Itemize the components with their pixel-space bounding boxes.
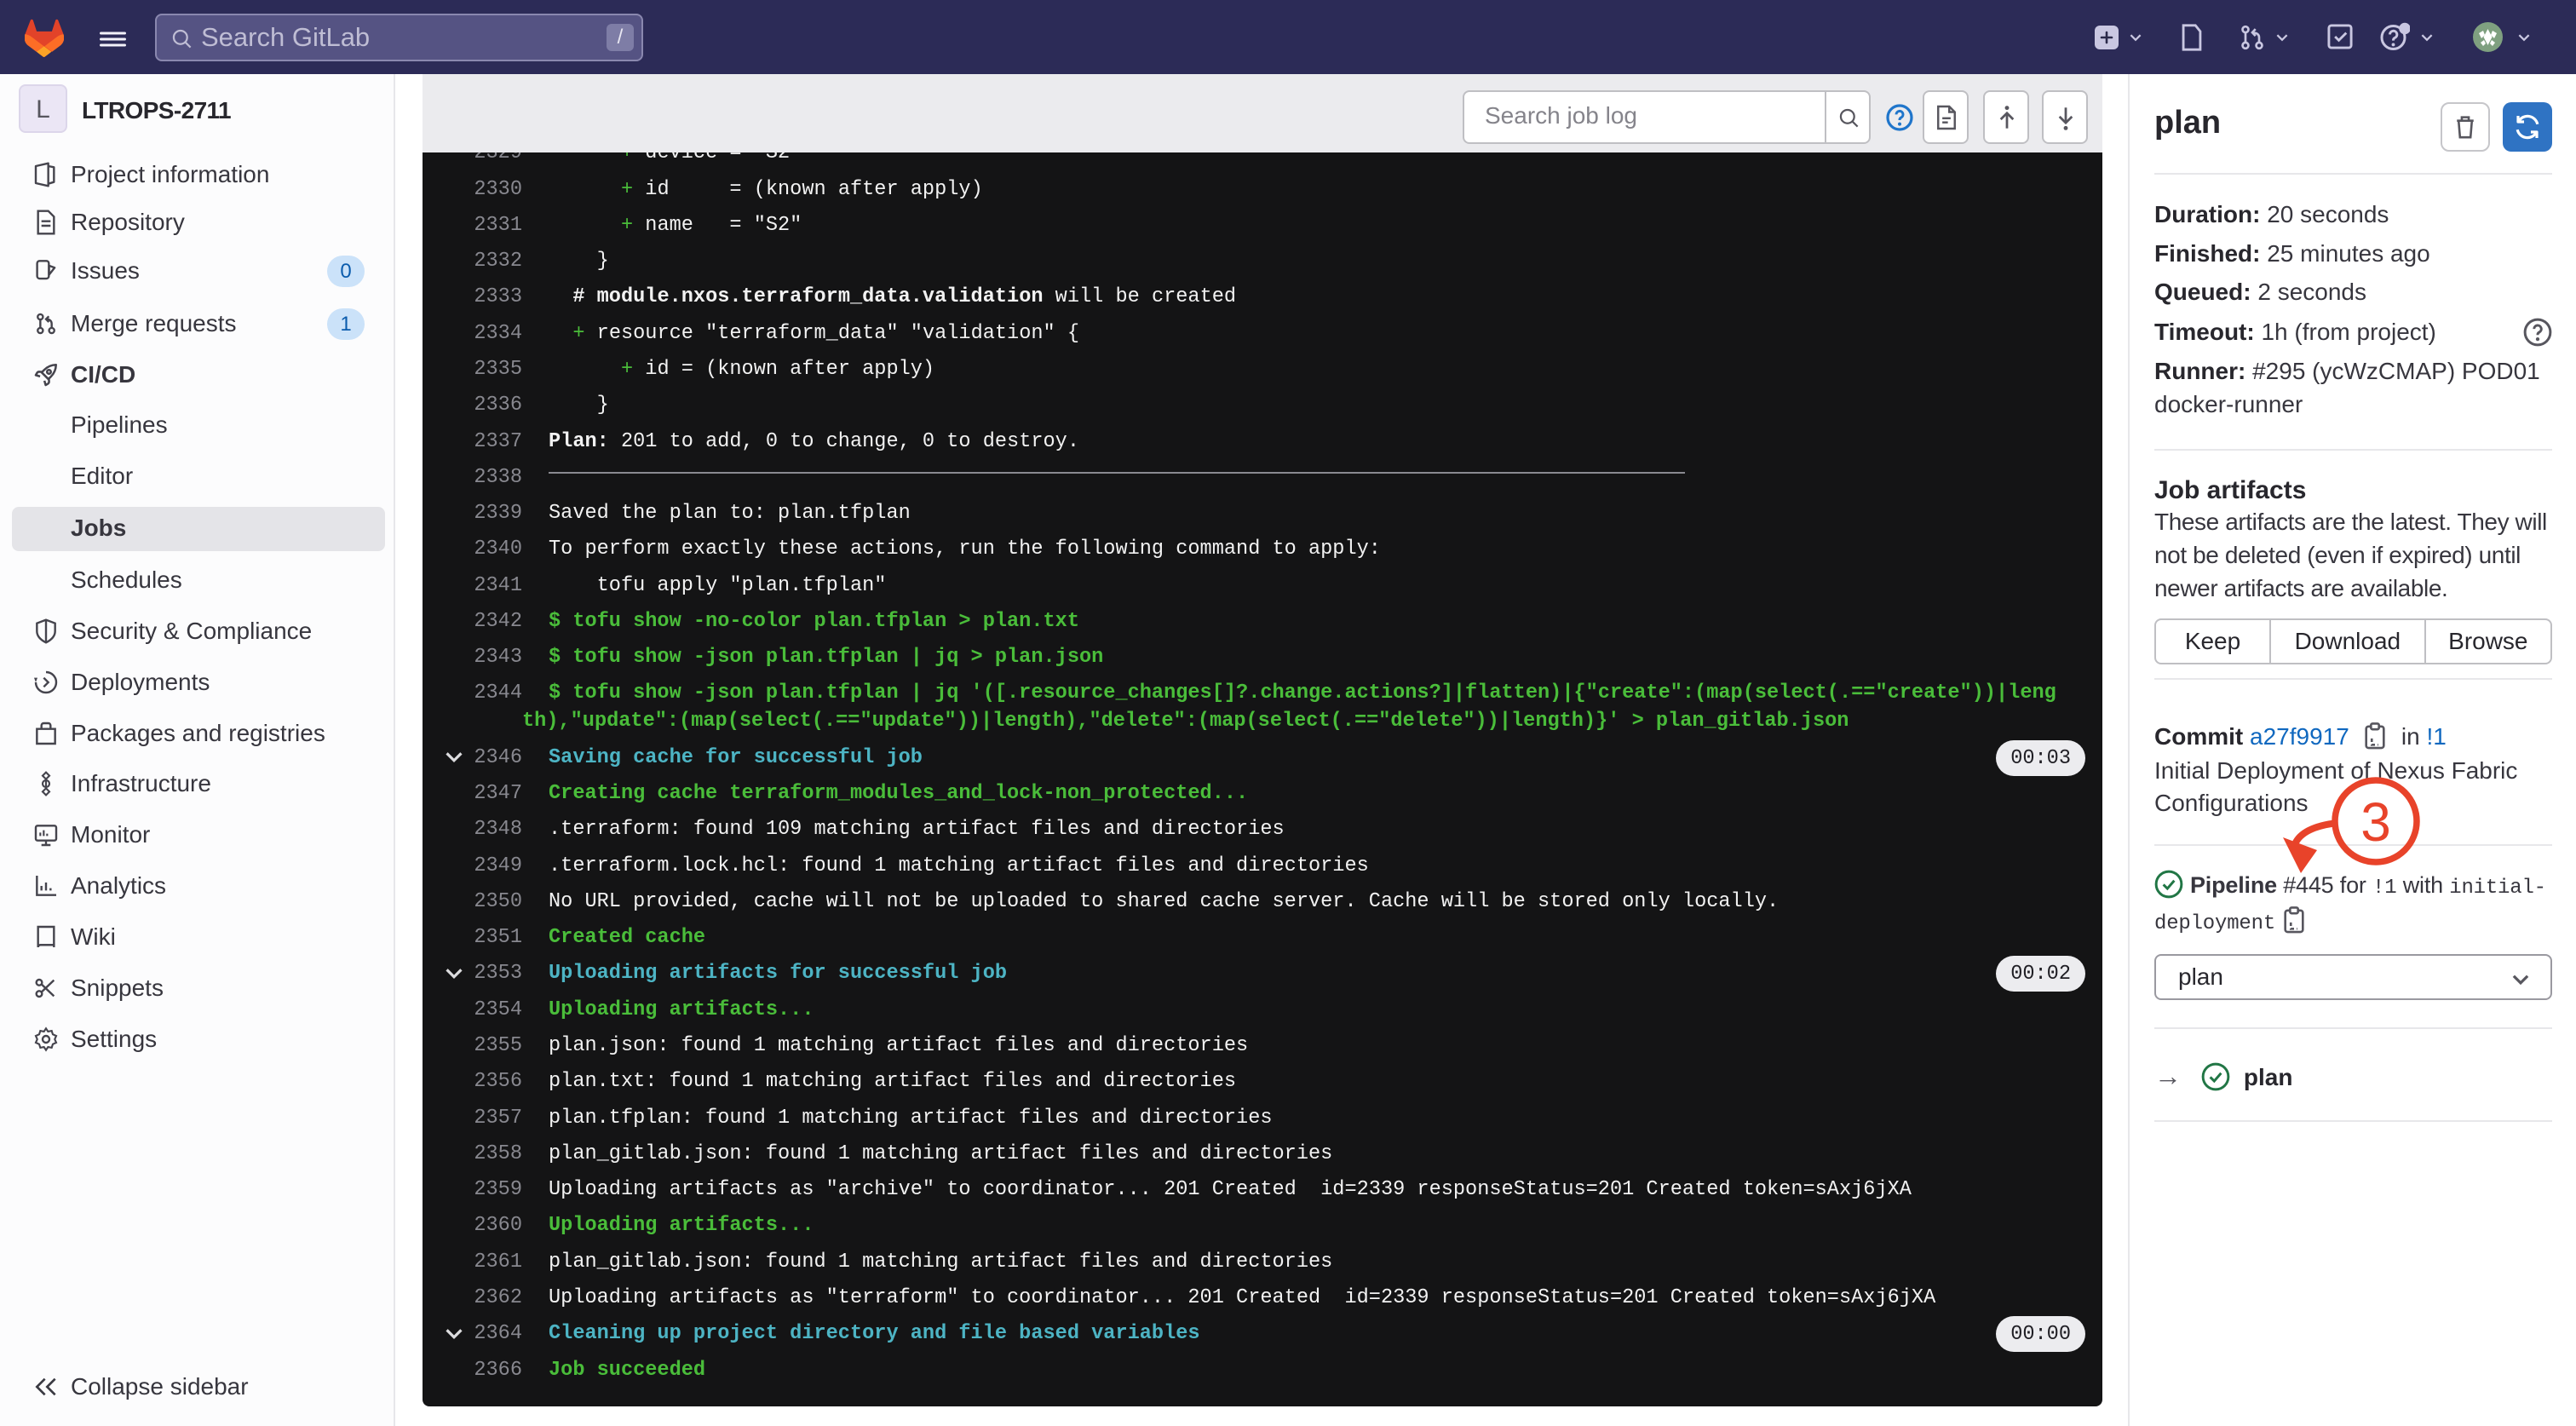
svg-text:3: 3 (2360, 791, 2391, 853)
